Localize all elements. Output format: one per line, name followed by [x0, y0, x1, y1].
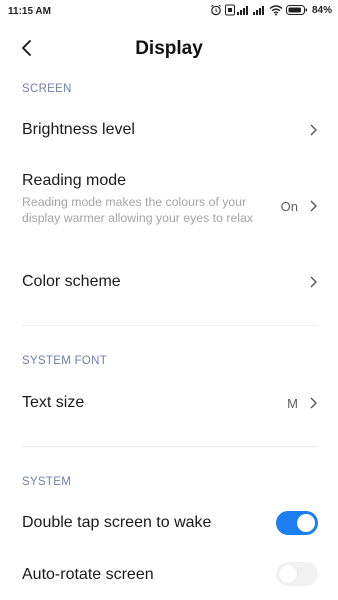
text-size-row[interactable]: Text size M — [0, 376, 338, 430]
chevron-right-icon — [310, 276, 317, 288]
chevron-right-icon — [310, 397, 317, 409]
header: Display — [0, 28, 338, 68]
sim1-signal-icon — [224, 4, 249, 16]
chevron-right-icon — [310, 200, 317, 212]
divider — [22, 325, 318, 326]
status-icons: 84% — [210, 4, 332, 16]
double-tap-wake-toggle[interactable] — [276, 511, 318, 535]
battery-icon — [285, 4, 308, 16]
auto-rotate-label: Auto-rotate screen — [22, 566, 154, 583]
brightness-level-label: Brightness level — [22, 121, 135, 138]
divider — [22, 446, 318, 447]
wifi-icon — [269, 4, 283, 16]
page-title: Display — [135, 38, 203, 59]
status-time: 11:15 AM — [8, 6, 51, 17]
double-tap-wake-row[interactable]: Double tap screen to wake — [0, 498, 338, 548]
double-tap-wake-label: Double tap screen to wake — [22, 514, 212, 531]
color-scheme-label: Color scheme — [22, 273, 121, 290]
battery-percentage: 84% — [311, 4, 332, 16]
sim2-signal-icon — [252, 4, 266, 16]
toggle-knob — [279, 565, 297, 583]
chevron-right-icon — [310, 124, 317, 136]
status-bar: 11:15 AM 84% — [0, 0, 338, 24]
section-header-screen: SCREEN — [22, 83, 72, 95]
reading-mode-description: Reading mode makes the colours of your d… — [22, 195, 254, 225]
color-scheme-row[interactable]: Color scheme — [0, 256, 338, 310]
auto-rotate-toggle[interactable] — [276, 562, 318, 586]
reading-mode-row[interactable]: Reading mode Reading mode makes the colo… — [0, 158, 338, 250]
brightness-level-row[interactable]: Brightness level — [0, 104, 338, 158]
reading-mode-value: On — [280, 199, 298, 214]
text-size-label: Text size — [22, 394, 85, 411]
section-header-system-font: SYSTEM FONT — [22, 355, 108, 367]
text-size-value: M — [287, 396, 298, 411]
alarm-icon — [210, 4, 222, 16]
toggle-knob — [297, 514, 315, 532]
auto-rotate-row[interactable]: Auto-rotate screen — [0, 550, 338, 598]
section-header-system: SYSTEM — [22, 476, 72, 488]
reading-mode-label: Reading mode — [22, 172, 127, 189]
